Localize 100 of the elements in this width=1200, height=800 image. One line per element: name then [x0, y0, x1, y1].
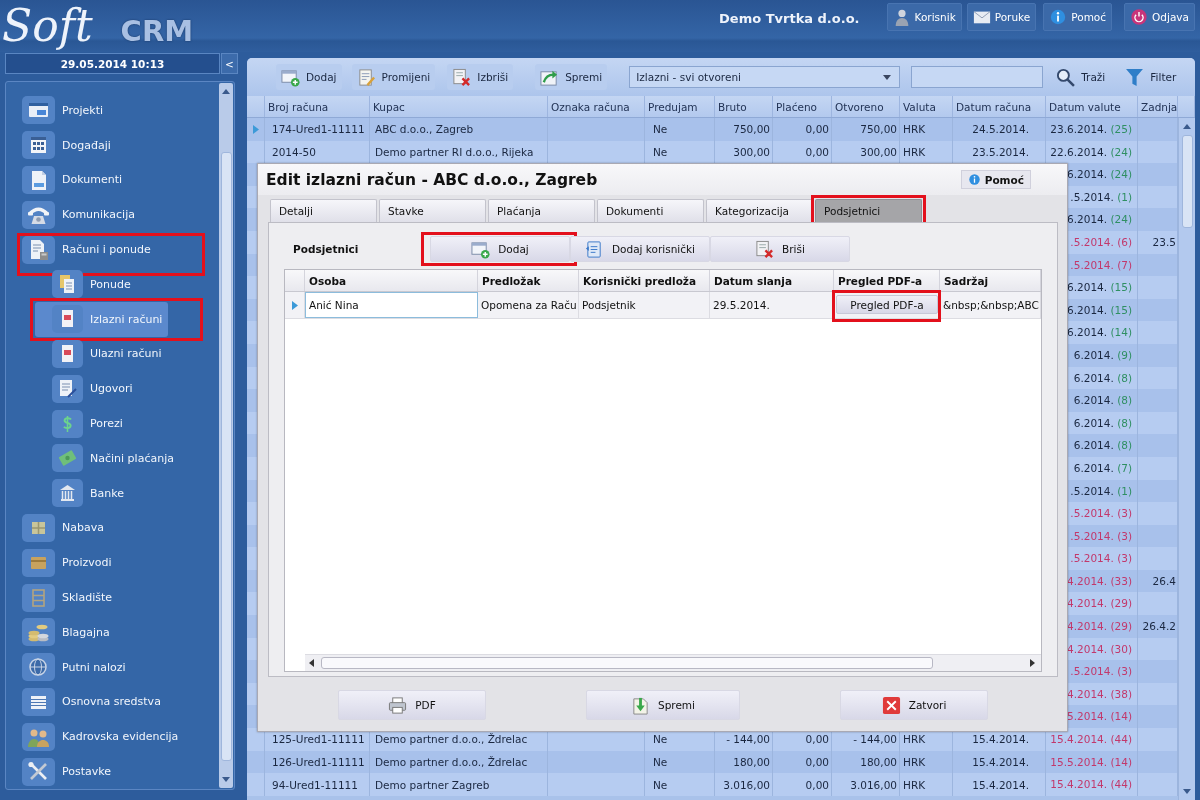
list-icon	[22, 687, 55, 716]
telephone-icon	[22, 200, 55, 229]
dialog-title: Edit izlazni račun - ABC d.o.o., Zagreb	[266, 170, 598, 189]
nav-item[interactable]: Dokumenti	[20, 162, 202, 198]
table-cell: 24.5.2014.	[953, 118, 1046, 141]
logout-button[interactable]: Odjava	[1124, 3, 1195, 31]
search-field[interactable]	[911, 66, 1044, 88]
document-cross-icon	[755, 239, 775, 259]
banknote-icon	[52, 444, 83, 473]
nav-item[interactable]: Osnovna sredstva	[20, 684, 202, 720]
delete-button[interactable]: Izbriši	[447, 64, 514, 90]
user-button[interactable]: Korisnik	[886, 3, 962, 31]
tab[interactable]: Detalji	[270, 199, 377, 222]
coins-icon	[22, 618, 55, 647]
arrow-down-icon[interactable]	[222, 777, 230, 782]
arrow-up-icon[interactable]	[1183, 124, 1191, 129]
column-header: Plaćeno	[773, 96, 832, 117]
window-plus-icon	[471, 239, 491, 259]
column-header: Korisnički predloža	[579, 270, 710, 291]
messages-button[interactable]: Poruke	[966, 3, 1037, 31]
tools-icon	[22, 757, 55, 786]
scrollbar-thumb[interactable]	[220, 152, 232, 761]
package-icon	[22, 513, 55, 542]
nav-item[interactable]: Kadrovska evidencija	[20, 719, 202, 755]
add-button[interactable]: Dodaj	[430, 236, 570, 262]
view-dropdown[interactable]: Izlazni - svi otvoreni	[629, 66, 901, 88]
nav-subitem[interactable]: Ugovori	[35, 371, 139, 407]
nav-item[interactable]: Blagajna	[20, 614, 202, 650]
document-icon	[22, 166, 55, 194]
tab[interactable]: Stavke	[379, 199, 486, 222]
notepad-pencil-icon	[356, 67, 376, 87]
table-cell: 29.5.2014.	[710, 292, 834, 318]
close-button[interactable]: Zatvori	[840, 690, 988, 720]
nav-subitem[interactable]: Ponude	[35, 267, 137, 302]
pdf-preview-button[interactable]: Pregled PDF-a	[836, 295, 938, 314]
collapse-button[interactable]: <	[221, 53, 238, 74]
nav-item[interactable]: Projekti	[20, 93, 202, 128]
table-cell: 15.4.2014.	[953, 773, 1046, 796]
pdf-button[interactable]: PDF	[338, 690, 486, 720]
arrow-right-icon[interactable]	[1030, 659, 1035, 667]
arrow-down-icon[interactable]	[1183, 789, 1191, 794]
nav-item[interactable]: Putni nalozi	[20, 649, 202, 685]
people-icon	[22, 722, 55, 751]
printer-icon	[388, 695, 408, 715]
envelope-icon	[972, 8, 991, 26]
scrollbar-thumb[interactable]	[1181, 135, 1193, 228]
table-cell: 750,00	[715, 118, 773, 141]
nav-item[interactable]: Komunikacija	[20, 197, 202, 233]
edit-button[interactable]: Promijeni	[351, 64, 436, 90]
add-custom-button[interactable]: Dodaj korisnički	[570, 236, 710, 262]
table-cell: 174-Ured1-11111	[265, 118, 370, 141]
delete-button[interactable]: Briši	[710, 236, 850, 262]
document-icon	[52, 305, 83, 334]
tab[interactable]: Dokumenti	[597, 199, 704, 222]
nav-subitem[interactable]: Načini plaćanja	[35, 440, 180, 476]
column-header: Sadržaj	[940, 270, 1041, 291]
save-button[interactable]: Spremi	[586, 690, 740, 720]
filter-button[interactable]: Filter	[1120, 64, 1182, 90]
nav-item[interactable]: Proizvodi	[20, 545, 202, 581]
nav-item[interactable]: Postavke	[20, 754, 202, 789]
nav-item[interactable]: Događaji	[20, 127, 202, 163]
save-button[interactable]: Spremi	[535, 64, 608, 90]
window-icon	[22, 96, 55, 125]
bank-icon	[52, 479, 83, 508]
nav-subitem[interactable]: Ulazni računi	[35, 336, 168, 372]
scrollbar[interactable]	[219, 83, 233, 788]
column-header: Datum slanja	[710, 270, 834, 291]
table-cell: Demo partner Zagreb	[370, 773, 548, 796]
help-button[interactable]: Pomoć	[1043, 3, 1113, 31]
table-cell: HRK	[900, 773, 953, 796]
info-icon	[1049, 8, 1068, 26]
table-row[interactable]: Anić Nina Opomena za Raču Podsjetnik 29.5.2014. Pregled PDF-a &nbsp;&nbsp;ABC	[285, 292, 1041, 319]
column-header: Osoba	[305, 270, 478, 291]
document-pen-icon	[52, 374, 83, 403]
arrow-up-icon[interactable]	[222, 89, 230, 94]
nav-item[interactable]: Računi i ponude	[20, 232, 202, 267]
add-button[interactable]: Dodaj	[276, 64, 342, 90]
column-header: Broj računa	[265, 96, 370, 117]
search-button[interactable]: Traži	[1051, 64, 1111, 90]
calendar-icon	[22, 131, 55, 160]
tab[interactable]: Kategorizacija	[706, 199, 813, 222]
tab[interactable]: Podsjetnici	[815, 199, 922, 222]
document-icon	[584, 239, 604, 259]
nav-item[interactable]: Skladište	[20, 580, 202, 615]
scrollbar-thumb[interactable]	[321, 657, 933, 669]
scrollbar[interactable]	[1178, 118, 1195, 800]
tab[interactable]: Plaćanja	[488, 199, 595, 222]
table-row[interactable]: 2014-50 Demo partner RI d.o.o., Rijeka Ne 300,00 0,00 300,00 HRK 23.5.2014. 22.6.2014. (24)	[247, 140, 1178, 164]
help-button[interactable]: Pomoć	[960, 170, 1031, 189]
logo-text: Soft	[1, 0, 94, 52]
scrollbar[interactable]	[305, 654, 1041, 671]
nav-subitem[interactable]: Banke	[35, 475, 130, 511]
arrow-left-icon[interactable]	[309, 659, 314, 667]
search-icon	[1056, 67, 1076, 87]
nav-item[interactable]: Nabava	[20, 510, 202, 546]
column-header: Pregled PDF-a	[834, 270, 940, 291]
table-cell: 750,00	[832, 118, 900, 141]
table-cell: HRK	[900, 118, 953, 141]
table-row[interactable]: 94-Ured1-11111 Demo partner Zagreb Ne 3.016,00 0,00 3.016,00 HRK 15.4.2014. 15.4.2014. (44)	[247, 773, 1178, 796]
nav-subitem[interactable]: Porezi	[35, 406, 129, 441]
